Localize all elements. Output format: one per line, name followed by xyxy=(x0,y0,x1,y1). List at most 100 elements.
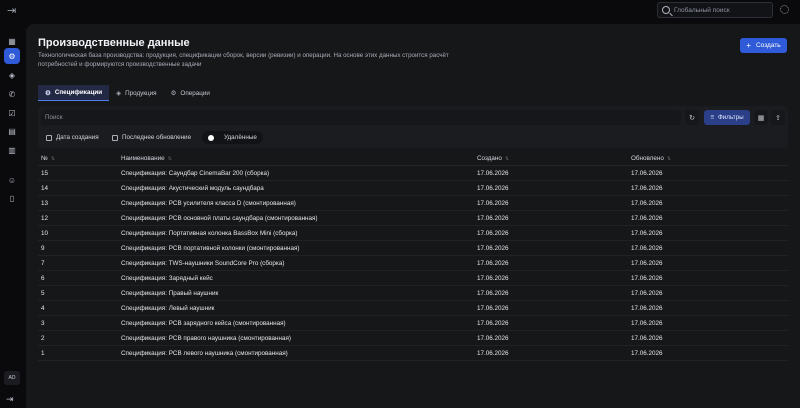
sidebar: AD ⇥ ▦ ⚙ ◈ ✆ ☑ ▤ ▥ ☺ ▯ xyxy=(0,22,24,408)
chip-last-updated[interactable]: Последнее обновление xyxy=(108,131,195,144)
cell-created: 17.06.2026 xyxy=(477,349,509,357)
header-updated[interactable]: Обновлено ⇅ xyxy=(631,155,788,162)
cell-updated: 17.06.2026 xyxy=(631,274,663,282)
cell-updated: 17.06.2026 xyxy=(631,319,663,327)
cell-number: 6 xyxy=(41,274,45,282)
operations-icon: ⚙ xyxy=(170,90,177,97)
phone-icon[interactable]: ✆ xyxy=(4,86,20,102)
create-button[interactable]: + Создать xyxy=(740,38,787,53)
cell-updated: 17.06.2026 xyxy=(631,199,663,207)
logout-icon[interactable]: ⇥ xyxy=(6,394,14,405)
calendar-icon xyxy=(46,134,52,141)
product-icon: ◈ xyxy=(116,90,122,97)
table-row[interactable]: 9 Спецификация: PCB портативной колонки (… xyxy=(38,241,788,256)
table-row[interactable]: 4 Спецификация: Левый наушник 17.06.2026 17… xyxy=(38,301,788,316)
filters-button-label: Фильтры xyxy=(718,114,744,121)
table-row[interactable]: 5 Спецификация: Правый наушник 17.06.2026 1… xyxy=(38,286,788,301)
cell-number: 12 xyxy=(41,214,49,222)
cell-updated: 17.06.2026 xyxy=(631,289,663,297)
table-row[interactable]: 15 Спецификация: Саундбар CinemaBar 200 (… xyxy=(38,166,788,181)
table-row[interactable]: 2 Спецификация: PCB правого наушника (смо… xyxy=(38,331,788,346)
sort-icon: ⇅ xyxy=(50,156,55,162)
chip-created-date[interactable]: Дата создания xyxy=(42,131,103,144)
cell-created: 17.06.2026 xyxy=(477,244,509,252)
cell-updated: 17.06.2026 xyxy=(631,334,663,342)
header-created[interactable]: Создано ⇅ xyxy=(477,155,631,162)
chip-label: Последнее обновление xyxy=(122,134,192,141)
page-subtitle: Технологическая база производства: проду… xyxy=(38,52,449,68)
cell-name: Спецификация: Саундбар CinemaBar 200 (сб… xyxy=(121,169,270,177)
clipboard-icon[interactable]: ▤ xyxy=(4,123,20,139)
export-icon[interactable]: ⇪ xyxy=(771,110,785,125)
cell-number: 5 xyxy=(41,289,45,297)
search-icon xyxy=(662,6,670,14)
sort-icon: ⇅ xyxy=(504,156,510,162)
table-row[interactable]: 12 Спецификация: PCB основной платы саунд… xyxy=(38,211,788,226)
refresh-icon[interactable]: ↻ xyxy=(685,110,699,125)
cell-name: Спецификация: PCB портативной колонки (с… xyxy=(121,244,300,252)
header-name[interactable]: Наименование ⇅ xyxy=(121,155,477,162)
table-header: № ⇅ Наименование ⇅ Создано ⇅ Обновлено ⇅ xyxy=(38,152,788,166)
cell-number: 2 xyxy=(41,334,45,342)
cell-updated: 17.06.2026 xyxy=(631,349,663,357)
top-bar: ⇥ Глобальный поиск xyxy=(0,0,800,22)
tab-operations[interactable]: ⚙ Операции xyxy=(164,85,217,101)
table-row[interactable]: 7 Спецификация: TWS-наушники SoundCore Pr… xyxy=(38,256,788,271)
cell-name: Спецификация: TWS-наушники SoundCore Pro… xyxy=(121,259,285,267)
chip-label: Дата создания xyxy=(56,134,99,141)
page-title: Производственные данные xyxy=(38,37,190,49)
device-icon[interactable]: ▯ xyxy=(4,190,20,206)
checklist-icon[interactable]: ☑ xyxy=(4,105,20,121)
cell-number: 9 xyxy=(41,244,45,252)
table-row[interactable]: 10 Спецификация: Портативная колонка Bass… xyxy=(38,226,788,241)
global-search-input[interactable]: Глобальный поиск xyxy=(657,2,773,18)
plus-icon: + xyxy=(746,40,751,50)
tab-products[interactable]: ◈ Продукция xyxy=(109,85,164,101)
gear-icon[interactable]: ⚙ xyxy=(4,48,20,64)
cell-updated: 17.06.2026 xyxy=(631,184,663,192)
cell-created: 17.06.2026 xyxy=(477,184,509,192)
cell-updated: 17.06.2026 xyxy=(631,169,663,177)
cell-updated: 17.06.2026 xyxy=(631,229,663,237)
specifications-table: № ⇅ Наименование ⇅ Создано ⇅ Обновлено ⇅ 1 5 С… xyxy=(38,152,788,361)
cell-name: Спецификация: PCB зарядного кейса (смонт… xyxy=(121,319,286,327)
table-body: 1 5 Спецификация: Саундбар CinemaBar 200 (… xyxy=(38,166,788,361)
calendar-icon xyxy=(112,134,118,141)
cell-number: 1 xyxy=(41,349,45,357)
cell-created: 17.06.2026 xyxy=(477,259,509,267)
table-row[interactable]: 3 Спецификация: PCB зарядного кейса (смон… xyxy=(38,316,788,331)
cell-number: 14 xyxy=(41,184,49,192)
cell-updated: 17.06.2026 xyxy=(631,259,663,267)
settings-icon[interactable] xyxy=(780,5,789,14)
users-icon[interactable]: ☺ xyxy=(4,172,20,188)
columns-icon[interactable]: ▦ xyxy=(754,110,768,125)
deleted-toggle[interactable]: Удалённые xyxy=(202,131,263,144)
sort-icon: ⇅ xyxy=(666,156,672,162)
cell-name: Спецификация: Правый наушник xyxy=(121,289,219,297)
header-number[interactable]: № ⇅ xyxy=(38,155,121,162)
cell-created: 17.06.2026 xyxy=(477,229,509,237)
filter-toolbar: Поиск ↻ ≡ Фильтры ▦ ⇪ Дата создания Посл… xyxy=(38,106,788,148)
chip-label: Удалённые xyxy=(224,134,257,141)
cell-name: Спецификация: Портативная колонка BassBo… xyxy=(121,229,298,237)
table-row[interactable]: 1 Спецификация: PCB левого наушника (смон… xyxy=(38,346,788,361)
dashboard-icon[interactable]: ▦ xyxy=(4,33,20,49)
tab-specifications[interactable]: ⚙ Спецификации xyxy=(38,85,110,101)
cubes-icon[interactable]: ◈ xyxy=(4,67,20,83)
warehouse-icon[interactable]: ▥ xyxy=(4,142,20,158)
cell-name: Спецификация: PCB усилителя класса D (см… xyxy=(121,199,296,207)
create-button-label: Создать xyxy=(755,42,781,49)
search-input[interactable]: Поиск xyxy=(41,110,681,125)
filter-icon: ≡ xyxy=(710,114,714,121)
avatar[interactable]: AD xyxy=(4,371,20,385)
exit-icon[interactable]: ⇥ xyxy=(7,5,19,17)
table-row[interactable]: 14 Спецификация: Акустический модуль саун… xyxy=(38,181,788,196)
cell-name: Спецификация: Левый наушник xyxy=(121,304,215,312)
table-row[interactable]: 13 Спецификация: PCB усилителя класса D (… xyxy=(38,196,788,211)
cell-updated: 17.06.2026 xyxy=(631,214,663,222)
filters-button[interactable]: ≡ Фильтры xyxy=(704,110,750,125)
table-row[interactable]: 6 Спецификация: Зарядный кейс 17.06.2026 17… xyxy=(38,271,788,286)
specifications-icon: ⚙ xyxy=(45,89,51,97)
cell-created: 17.06.2026 xyxy=(477,289,509,297)
cell-created: 17.06.2026 xyxy=(477,304,509,312)
